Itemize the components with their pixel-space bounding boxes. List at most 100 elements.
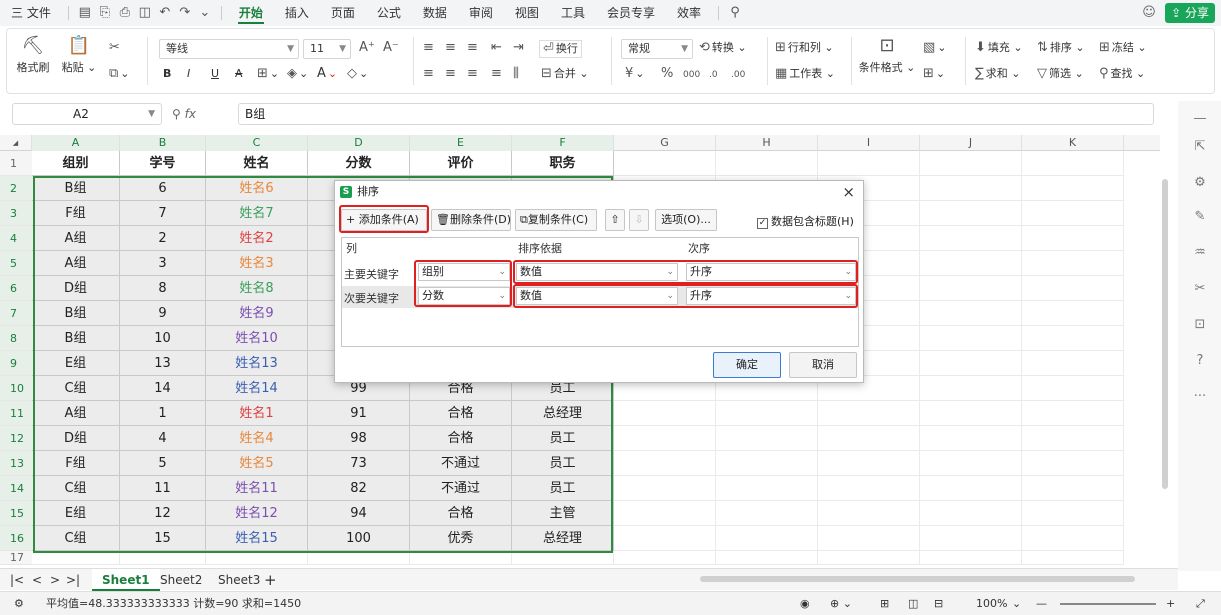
table-cell[interactable]: B组	[32, 301, 120, 326]
column-header-I[interactable]: I	[818, 135, 920, 151]
empty-cell[interactable]	[818, 501, 920, 526]
empty-cell[interactable]	[614, 476, 716, 501]
options-button[interactable]: 选项(O)...	[655, 209, 717, 231]
table-cell[interactable]: 合格	[410, 426, 512, 451]
empty-cell[interactable]	[308, 551, 410, 565]
empty-cell[interactable]	[920, 201, 1022, 226]
add-condition-button[interactable]: + 添加条件(A)	[341, 209, 427, 231]
row-header[interactable]: 16	[0, 526, 32, 551]
empty-cell[interactable]	[920, 451, 1022, 476]
table-cell[interactable]: 91	[308, 401, 410, 426]
table-cell[interactable]: 不通过	[410, 451, 512, 476]
column-header-J[interactable]: J	[920, 135, 1022, 151]
thousands-icon[interactable]: 000	[683, 67, 702, 82]
currency-icon[interactable]: ¥ ⌄	[625, 67, 645, 81]
zoom-out-icon[interactable]: —	[1036, 592, 1047, 615]
table-cell[interactable]: C组	[32, 376, 120, 401]
tab-view[interactable]: 视图	[504, 0, 550, 26]
sheet-tab-2[interactable]: Sheet2	[160, 569, 202, 591]
table-cell[interactable]: A组	[32, 251, 120, 276]
has-header-checkbox[interactable]: ✓ 数据包含标题(H)	[757, 213, 854, 229]
table-cell[interactable]: 100	[308, 526, 410, 551]
empty-cell[interactable]	[1022, 176, 1124, 201]
empty-cell[interactable]	[920, 251, 1022, 276]
empty-cell[interactable]	[1022, 351, 1124, 376]
row-header[interactable]: 5	[0, 251, 32, 276]
tab-home[interactable]: 开始	[228, 0, 274, 26]
row-header[interactable]: 4	[0, 226, 32, 251]
empty-cell[interactable]	[818, 451, 920, 476]
row-header[interactable]: 10	[0, 376, 32, 401]
row-header[interactable]: 17	[0, 551, 32, 565]
cell-style-icon[interactable]: ▧ ⌄	[923, 41, 947, 55]
backup-icon[interactable]: ⊡	[1190, 315, 1210, 335]
zoom-icon[interactable]: ⚲	[172, 107, 185, 121]
layout-icon[interactable]: ⊕ ⌄	[830, 592, 852, 615]
table-cell[interactable]: 2	[120, 226, 206, 251]
table-cell[interactable]: 12	[120, 501, 206, 526]
table-header-cell[interactable]: 姓名	[206, 151, 308, 176]
zoom-level[interactable]: 100%	[976, 592, 1007, 615]
empty-cell[interactable]	[1022, 376, 1124, 401]
filter-button[interactable]: ▽ 筛选 ⌄	[1037, 67, 1084, 81]
font-color-icon[interactable]: A ⌄	[317, 67, 337, 81]
table-cell[interactable]: 员工	[512, 476, 614, 501]
table-cell[interactable]: 主管	[512, 501, 614, 526]
copy-icon[interactable]: ⧉ ⌄	[109, 67, 130, 81]
column-header-C[interactable]: C	[206, 135, 308, 151]
increase-font-icon[interactable]: A⁺	[359, 41, 377, 55]
fx-icon[interactable]: fx	[185, 107, 196, 121]
table-cell[interactable]: 94	[308, 501, 410, 526]
tab-review[interactable]: 审阅	[458, 0, 504, 26]
table-cell[interactable]: 姓名4	[206, 426, 308, 451]
undo-icon[interactable]: ↶	[155, 0, 175, 26]
empty-cell[interactable]	[818, 526, 920, 551]
empty-cell[interactable]	[410, 551, 512, 565]
pen-icon[interactable]: ✎	[1190, 207, 1210, 227]
empty-cell[interactable]	[716, 451, 818, 476]
find-button[interactable]: ⚲ 查找 ⌄	[1099, 67, 1145, 81]
table-cell[interactable]: A组	[32, 226, 120, 251]
export-icon[interactable]: ⎘	[95, 0, 115, 26]
table-cell[interactable]: 9	[120, 301, 206, 326]
secondary-order-select[interactable]: 升序 ⌄	[686, 287, 856, 305]
table-cell[interactable]: 不通过	[410, 476, 512, 501]
help-icon[interactable]: ?	[1190, 351, 1210, 371]
row-header[interactable]: 9	[0, 351, 32, 376]
empty-cell[interactable]	[716, 476, 818, 501]
empty-cell[interactable]	[614, 551, 716, 565]
add-sheet-icon[interactable]: +	[264, 569, 277, 591]
table-cell[interactable]: 73	[308, 451, 410, 476]
table-header-cell[interactable]: 分数	[308, 151, 410, 176]
move-down-button[interactable]: ⇩	[629, 209, 649, 231]
adjust-icon[interactable]: ⚙	[1190, 173, 1210, 193]
empty-cell[interactable]	[716, 426, 818, 451]
column-header-H[interactable]: H	[716, 135, 818, 151]
table-cell[interactable]: 姓名10	[206, 326, 308, 351]
empty-cell[interactable]	[920, 526, 1022, 551]
row-header[interactable]: 12	[0, 426, 32, 451]
empty-cell[interactable]	[818, 151, 920, 176]
table-cell[interactable]: 3	[120, 251, 206, 276]
empty-cell[interactable]	[920, 551, 1022, 565]
convert-button[interactable]: ⟲ 转换 ⌄	[699, 41, 747, 55]
table-cell[interactable]: 姓名13	[206, 351, 308, 376]
empty-cell[interactable]	[1022, 551, 1124, 565]
copy-condition-button[interactable]: ⧉复制条件(C)	[515, 209, 597, 231]
distribute-icon[interactable]: ⫼	[513, 67, 521, 81]
row-header[interactable]: 15	[0, 501, 32, 526]
percent-icon[interactable]: %	[661, 67, 675, 81]
table-cell[interactable]: 姓名3	[206, 251, 308, 276]
empty-cell[interactable]	[920, 326, 1022, 351]
primary-basis-select[interactable]: 数值 ⌄	[516, 263, 678, 281]
table-cell[interactable]: D组	[32, 426, 120, 451]
table-cell[interactable]: 姓名2	[206, 226, 308, 251]
macro-icon[interactable]: ⚙	[14, 592, 24, 615]
table-cell[interactable]: 姓名5	[206, 451, 308, 476]
table-cell[interactable]: F组	[32, 201, 120, 226]
table-cell[interactable]: 姓名14	[206, 376, 308, 401]
decrease-font-icon[interactable]: A⁻	[383, 41, 401, 55]
empty-cell[interactable]	[32, 551, 120, 565]
empty-cell[interactable]	[818, 551, 920, 565]
table-cell[interactable]: 11	[120, 476, 206, 501]
